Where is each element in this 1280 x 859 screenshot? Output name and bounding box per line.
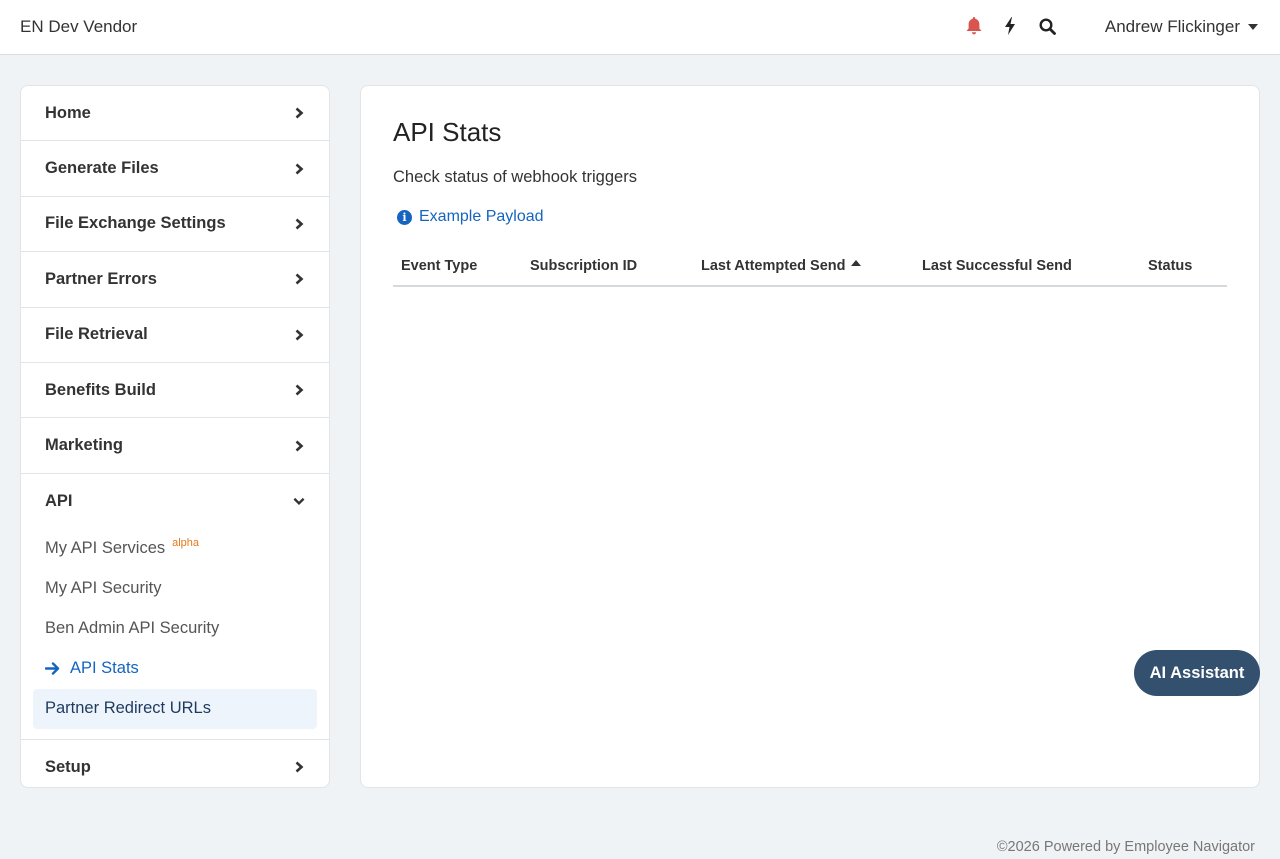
bolt-icon[interactable] xyxy=(1000,16,1020,36)
api-submenu: My API Services alpha My API Security Be… xyxy=(21,529,329,739)
table-header: Event Type Subscription ID Last Attempte… xyxy=(393,251,1227,287)
column-header-subscription-id[interactable]: Subscription ID xyxy=(530,258,637,274)
sidebar: Home Generate Files File Exchange Settin… xyxy=(20,85,330,788)
arrow-right-icon xyxy=(45,662,60,675)
sidebar-item-marketing[interactable]: Marketing xyxy=(21,418,329,474)
sidebar-subitem-partner-redirect-urls[interactable]: Partner Redirect URLs xyxy=(33,688,317,729)
column-header-event-type[interactable]: Event Type xyxy=(401,258,477,274)
chevron-right-icon xyxy=(293,384,305,396)
sidebar-item-label: API Stats xyxy=(70,659,139,678)
chevron-right-icon xyxy=(293,440,305,452)
chevron-right-icon xyxy=(293,107,305,119)
sidebar-item-label: Ben Admin API Security xyxy=(45,619,220,638)
chevron-down-icon xyxy=(293,495,305,507)
page-title: API Stats xyxy=(393,117,502,147)
column-label: Subscription ID xyxy=(530,258,638,274)
column-label: Event Type xyxy=(401,258,478,274)
info-icon: i xyxy=(397,209,412,225)
sidebar-item-label: My API Services xyxy=(45,539,166,558)
sidebar-subitem-my-api-services[interactable]: My API Services alpha xyxy=(33,529,317,569)
column-header-status[interactable]: Status xyxy=(1148,258,1192,274)
footer-text: ©2026 Powered by Employee Navigator xyxy=(996,839,1255,855)
sidebar-item-file-exchange-settings[interactable]: File Exchange Settings xyxy=(21,197,329,253)
sidebar-subitem-api-stats[interactable]: API Stats xyxy=(33,649,317,689)
brand-name[interactable]: EN Dev Vendor xyxy=(20,17,137,37)
sidebar-item-file-retrieval[interactable]: File Retrieval xyxy=(21,308,329,363)
user-menu[interactable]: Andrew Flickinger xyxy=(1105,17,1258,37)
sidebar-item-label: Setup xyxy=(45,757,91,776)
sidebar-item-benefits-build[interactable]: Benefits Build xyxy=(21,363,329,419)
sidebar-item-api[interactable]: API xyxy=(21,474,329,529)
column-header-last-successful-send[interactable]: Last Successful Send xyxy=(922,258,1072,274)
chevron-right-icon xyxy=(293,329,305,341)
sidebar-group-api: API My API Services alpha My API Securit… xyxy=(21,474,329,740)
sidebar-item-label: Marketing xyxy=(45,436,123,455)
sidebar-item-home[interactable]: Home xyxy=(21,86,329,142)
bell-icon[interactable] xyxy=(964,16,984,36)
top-bar: EN Dev Vendor Andrew Flickinger xyxy=(0,0,1280,55)
user-name: Andrew Flickinger xyxy=(1104,17,1240,36)
column-label: Last Attempted Send xyxy=(701,258,846,274)
example-payload-link[interactable]: i Example Payload xyxy=(397,208,544,226)
sidebar-item-partner-errors[interactable]: Partner Errors xyxy=(21,252,329,308)
chevron-right-icon xyxy=(293,218,305,230)
sidebar-item-label: Generate Files xyxy=(45,159,159,178)
sidebar-item-label: Home xyxy=(45,103,91,122)
sidebar-item-label: Partner Errors xyxy=(45,269,157,288)
main-panel: API Stats Check status of webhook trigge… xyxy=(360,85,1260,788)
column-label: Status xyxy=(1148,258,1193,274)
sidebar-item-setup[interactable]: Setup xyxy=(21,740,329,787)
sidebar-item-label: File Retrieval xyxy=(45,325,148,344)
sidebar-subitem-ben-admin-api-security[interactable]: Ben Admin API Security xyxy=(33,609,317,649)
caret-down-icon xyxy=(1248,24,1258,30)
sidebar-item-label: My API Security xyxy=(45,579,162,598)
sidebar-subitem-my-api-security[interactable]: My API Security xyxy=(33,569,317,609)
ai-assistant-button[interactable]: AI Assistant xyxy=(1134,650,1260,696)
chevron-right-icon xyxy=(293,761,305,773)
sort-ascending-icon xyxy=(851,260,862,266)
page-subtitle: Check status of webhook triggers xyxy=(393,168,637,186)
sidebar-item-generate-files[interactable]: Generate Files xyxy=(21,141,329,197)
chevron-right-icon xyxy=(293,273,305,285)
sidebar-item-label: Benefits Build xyxy=(45,380,156,399)
chevron-right-icon xyxy=(293,163,305,175)
alpha-badge: alpha xyxy=(172,536,200,549)
example-payload-label: Example Payload xyxy=(419,208,544,225)
column-header-last-attempted-send[interactable]: Last Attempted Send xyxy=(701,258,862,274)
sidebar-item-label: File Exchange Settings xyxy=(45,214,226,233)
sidebar-item-label: API xyxy=(45,491,73,510)
sidebar-item-label: Partner Redirect URLs xyxy=(45,699,211,718)
column-label: Last Successful Send xyxy=(922,258,1072,274)
search-icon[interactable] xyxy=(1037,16,1057,36)
